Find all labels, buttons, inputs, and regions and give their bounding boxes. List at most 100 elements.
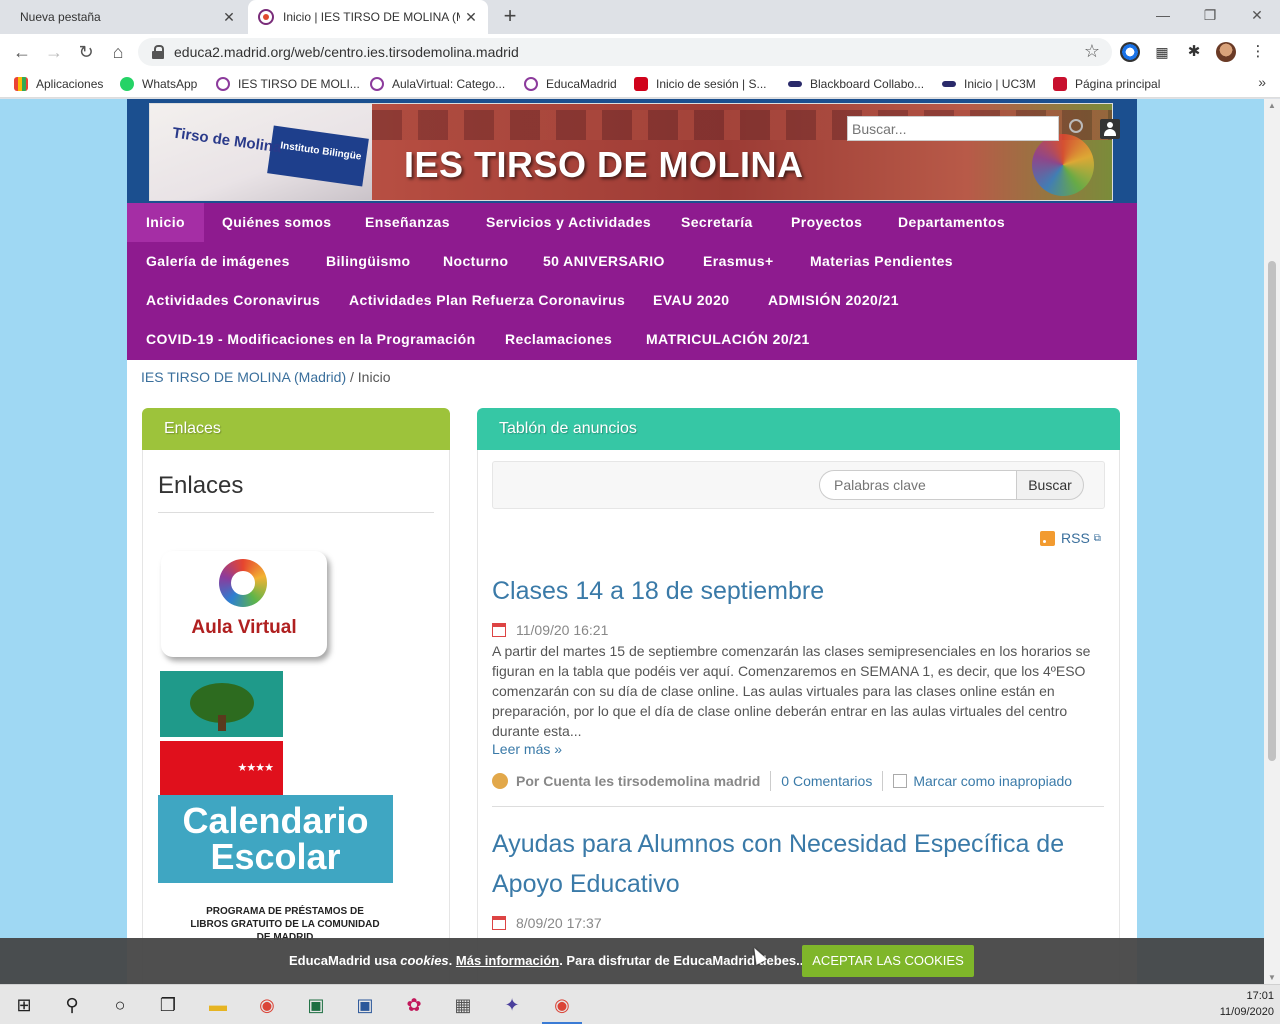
app-icon[interactable]: ✿ — [400, 991, 428, 1019]
nav-bilinguismo[interactable]: Bilingüismo — [307, 242, 430, 281]
aula-virtual-link[interactable]: Aula Virtual — [161, 551, 327, 657]
tab-strip: Nueva pestaña ✕ Inicio | IES TIRSO DE MO… — [0, 0, 1280, 34]
nav-proyectos[interactable]: Proyectos — [772, 203, 881, 242]
buscar-button[interactable]: Buscar — [1016, 470, 1084, 500]
address-bar[interactable]: educa2.madrid.org/web/centro.ies.tirsode… — [138, 38, 1112, 66]
nav-erasmus[interactable]: Erasmus+ — [684, 242, 793, 281]
tab-inicio[interactable]: Inicio | IES TIRSO DE MOLINA (M ✕ — [248, 0, 488, 34]
minimize-button[interactable]: — — [1140, 0, 1186, 30]
marcar-inapropiado-link[interactable]: Marcar como inapropiado — [913, 773, 1072, 789]
bookmark-pagina-principal[interactable]: Página principal — [1053, 75, 1160, 93]
nav-galeria[interactable]: Galería de imágenes — [127, 242, 309, 281]
rss-link[interactable]: RSS ⧉ — [1040, 530, 1101, 546]
chrome-icon[interactable]: ◉ — [253, 991, 281, 1019]
task-view-icon[interactable]: ❐ — [154, 991, 182, 1019]
cortana-icon[interactable]: ○ — [106, 991, 134, 1019]
extension-icon[interactable] — [1120, 42, 1140, 62]
bookmark-blackboard[interactable]: Blackboard Collabo... — [788, 75, 924, 93]
reload-icon[interactable]: ↻ — [74, 40, 98, 64]
grid-extension-icon[interactable]: ▦ — [1152, 42, 1172, 62]
site-search-input[interactable] — [847, 116, 1059, 141]
bookmark-educamadrid[interactable]: EducaMadrid — [524, 75, 617, 93]
user-login-icon[interactable] — [1100, 119, 1120, 139]
bookmark-aulavirtual[interactable]: AulaVirtual: Catego... — [370, 75, 505, 93]
close-tab-icon[interactable]: ✕ — [218, 9, 240, 26]
nav-materias-pendientes[interactable]: Materias Pendientes — [791, 242, 972, 281]
nav-departamentos[interactable]: Departamentos — [879, 203, 1024, 242]
mas-informacion-link[interactable]: Más información — [456, 953, 559, 968]
nav-quienes-somos[interactable]: Quiénes somos — [203, 203, 350, 242]
nav-reclamaciones[interactable]: Reclamaciones — [486, 320, 631, 359]
menu-kebab-icon[interactable]: ⋮ — [1248, 42, 1268, 62]
page-scrollbar[interactable]: ▲ ▼ — [1264, 99, 1280, 984]
back-icon[interactable]: ← — [10, 40, 34, 64]
search-icon[interactable] — [1069, 119, 1083, 133]
url-text[interactable]: educa2.madrid.org/web/centro.ies.tirsode… — [174, 44, 519, 60]
article-title[interactable]: Clases 14 a 18 de septiembre — [492, 571, 824, 611]
nav-ensenanzas[interactable]: Enseñanzas — [346, 203, 469, 242]
app-icon[interactable]: ✦ — [498, 991, 526, 1019]
site-header: Tirso de Molina Instituto Bilingüe IES T… — [127, 99, 1137, 203]
bookmark-ies-tirso[interactable]: IES TIRSO DE MOLI... — [216, 75, 360, 93]
bookmark-uc3m[interactable]: Inicio | UC3M — [942, 75, 1036, 93]
scrollbar-thumb[interactable] — [1268, 261, 1276, 761]
school-sign-image: Tirso de Molina Instituto Bilingüe — [150, 104, 372, 200]
file-explorer-icon[interactable]: ▬ — [204, 991, 232, 1019]
keyword-search-input[interactable] — [819, 470, 1017, 500]
bookmark-label: WhatsApp — [142, 77, 198, 91]
nav-evau[interactable]: EVAU 2020 — [634, 281, 749, 320]
extensions-puzzle-icon[interactable]: ✱ — [1184, 42, 1204, 62]
breadcrumb-home-link[interactable]: IES TIRSO DE MOLINA (Madrid) — [141, 369, 346, 385]
nav-nocturno[interactable]: Nocturno — [424, 242, 527, 281]
lock-icon[interactable] — [152, 45, 164, 59]
accept-cookies-button[interactable]: ACEPTAR LAS COOKIES — [802, 945, 974, 977]
cookie-text-part: . — [448, 953, 456, 968]
more-bookmarks-icon[interactable]: » — [1258, 74, 1266, 90]
bookmark-inicio-sesion[interactable]: Inicio de sesión | S... — [634, 75, 767, 93]
scroll-down-icon[interactable]: ▼ — [1264, 973, 1280, 982]
nav-servicios[interactable]: Servicios y Actividades — [467, 203, 670, 242]
educamadrid-favicon-icon — [258, 9, 274, 25]
nav-admision[interactable]: ADMISIÓN 2020/21 — [749, 281, 918, 320]
bookmark-label: Aplicaciones — [36, 77, 104, 91]
nav-secretaria[interactable]: Secretaría — [662, 203, 772, 242]
external-link-icon: ⧉ — [1093, 532, 1101, 544]
nav-50-aniversario[interactable]: 50 ANIVERSARIO — [524, 242, 684, 281]
article-title[interactable]: Ayudas para Alumnos con Necesidad Especí… — [492, 824, 1064, 904]
profile-avatar[interactable] — [1216, 42, 1236, 62]
bookmark-star-icon[interactable]: ☆ — [1084, 41, 1100, 62]
aula-virtual-label: Aula Virtual — [191, 617, 297, 638]
bookmark-whatsapp[interactable]: WhatsApp — [120, 75, 197, 93]
windows-start-icon[interactable]: ⊞ — [10, 991, 38, 1019]
calculator-icon[interactable]: ▦ — [449, 991, 477, 1019]
calendario-escolar-link[interactable]: Calendario Escolar — [158, 795, 393, 883]
comunidad-madrid-tree-link[interactable] — [160, 671, 283, 737]
home-icon[interactable]: ⌂ — [106, 40, 130, 64]
new-tab-button[interactable]: + — [498, 4, 522, 28]
nav-plan-refuerza[interactable]: Actividades Plan Refuerza Coronavirus — [330, 281, 644, 320]
nav-matriculacion[interactable]: MATRICULACIÓN 20/21 — [627, 320, 829, 359]
bookmark-aplicaciones[interactable]: Aplicaciones — [14, 75, 103, 93]
search-icon[interactable]: ⚲ — [58, 991, 86, 1019]
comments-link[interactable]: 0 Comentarios — [781, 773, 872, 789]
nav-actividades-coronavirus[interactable]: Actividades Coronavirus — [127, 281, 339, 320]
nav-inicio[interactable]: Inicio — [127, 203, 204, 242]
bookmark-label: AulaVirtual: Catego... — [392, 77, 506, 91]
tab-nueva-pestana[interactable]: Nueva pestaña ✕ — [0, 0, 246, 34]
nav-covid[interactable]: COVID-19 - Modificaciones en la Programa… — [127, 320, 495, 359]
close-window-button[interactable]: ✕ — [1234, 0, 1280, 30]
excel-icon[interactable]: ▣ — [302, 991, 330, 1019]
system-clock[interactable]: 17:01 11/09/2020 — [1208, 988, 1274, 1020]
calendar-icon — [492, 916, 506, 930]
flag-icon — [893, 774, 908, 788]
close-tab-icon[interactable]: ✕ — [460, 9, 482, 26]
forward-icon[interactable]: → — [42, 40, 66, 64]
word-icon[interactable]: ▣ — [351, 991, 379, 1019]
scroll-up-icon[interactable]: ▲ — [1264, 101, 1280, 110]
tab-title: Inicio | IES TIRSO DE MOLINA (M — [283, 10, 460, 24]
uc3m-icon — [942, 81, 956, 87]
leer-mas-link[interactable]: Leer más » — [492, 741, 562, 757]
restore-button[interactable]: ❐ — [1187, 0, 1233, 30]
comunidad-madrid-flag-link[interactable]: ★★★★ — [160, 741, 283, 795]
chrome-profile-icon[interactable]: ◉ — [542, 991, 582, 1024]
